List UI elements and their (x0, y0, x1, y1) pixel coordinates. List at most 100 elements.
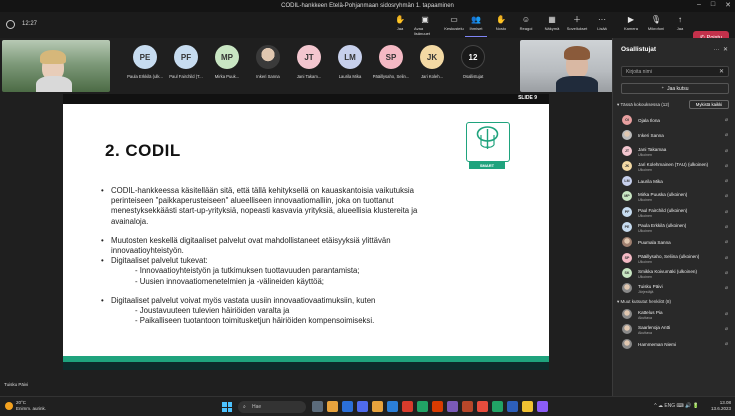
raise-hand-button[interactable]: ✋ Nosto (490, 15, 512, 37)
share-button[interactable]: ✋ Jaa (389, 15, 411, 37)
participant-tile[interactable]: LM Laurila Mika (331, 41, 369, 79)
participant-name: Tuisku Päivi (638, 284, 663, 290)
mic-muted-icon[interactable]: ⌀ (725, 117, 728, 123)
chat-button[interactable]: ▭ Keskustelu (443, 15, 465, 37)
taskbar-search-input[interactable]: ⌕ Hae (238, 401, 306, 413)
participants-overflow[interactable]: 12 Osallistujat (454, 41, 492, 79)
close-button[interactable]: ✕ (725, 1, 731, 9)
participant-list-item[interactable]: LM Laurila Mika ⌀ (613, 174, 735, 189)
mic-muted-icon[interactable]: ⌀ (725, 341, 728, 347)
participant-list-item[interactable]: Saarlenoja Antti Akuttava ⌀ (613, 322, 735, 337)
taskbar-app-icon[interactable] (312, 401, 323, 412)
mic-button[interactable]: 🎙 Mikrofoni (645, 15, 667, 37)
participant-tile[interactable]: JK Jari Koleh... (413, 41, 451, 79)
participant-role: Ulkoinen (638, 229, 652, 234)
weather-widget[interactable]: 20°C Enimm. aurink. (5, 400, 46, 412)
tray-icons[interactable]: ^ ☁ ENG ⌨ 🔊 🔋 (654, 403, 699, 409)
mute-all-button[interactable]: Mykistä kaikki (689, 100, 729, 109)
taskbar-app-icon[interactable] (447, 401, 458, 412)
more-button[interactable]: ··· Lisää (591, 15, 613, 37)
participant-tile[interactable]: SP Pääillysaho, Selin... (372, 41, 410, 79)
taskbar-app-icon[interactable] (462, 401, 473, 412)
participant-list-item[interactable]: OI Ojala Ilona ⌀ (613, 113, 735, 128)
participant-list-item[interactable]: JT Jani Takamaa Ulkoinen ⌀ (613, 144, 735, 159)
mic-muted-icon[interactable]: ⌀ (725, 270, 728, 276)
taskbar-app-icon[interactable] (432, 401, 443, 412)
maximize-button[interactable]: □ (711, 1, 715, 9)
participant-list-item[interactable]: Inkeri Sanna ⌀ (613, 128, 735, 143)
taskbar-app-icon[interactable] (537, 401, 548, 412)
taskbar-app-icon[interactable] (477, 401, 488, 412)
in-meeting-section-header[interactable]: ▾ Tässä kokouksessa (12) (617, 102, 669, 108)
share-invite-button[interactable]: ⁺ Jaa kutsu (621, 83, 729, 94)
participant-name: Mirka Puuk... (214, 74, 240, 79)
slide-subitem: - Joustavuuteen tulevien häiriöiden vara… (135, 306, 290, 316)
other-invitees-text: Muut kutsutut henkilöt (8) (620, 298, 672, 304)
other-invitees-section-header[interactable]: ▾ Muut kutsutut henkilöt (8) (613, 297, 735, 307)
share-screen-button[interactable]: ↑ Jaa (669, 15, 691, 37)
minimize-button[interactable]: – (697, 1, 701, 9)
open-apps-button[interactable]: ▣ Avaa lisänuuet (414, 15, 436, 37)
taskbar-app-icon[interactable] (327, 401, 338, 412)
mic-muted-icon[interactable]: ⌀ (725, 239, 728, 245)
mic-muted-icon[interactable]: ⌀ (725, 285, 728, 291)
slide-subitem: - Paikalliseen tuotantoon toimitusketjun… (135, 316, 375, 326)
window-titlebar: CODIL-hankkeen Etelä-Pohjanmaan sidosryh… (0, 0, 735, 12)
apps-button[interactable]: ＋ Sovellukset (566, 15, 588, 37)
view-button[interactable]: ▦ Näkymä (541, 15, 563, 37)
participant-list-item[interactable]: MP Mirka Puuska (ulkoinen) Ulkoinen ⌀ (613, 189, 735, 204)
video-tile-left[interactable] (2, 40, 110, 92)
taskbar-app-icon[interactable] (492, 401, 503, 412)
slide-bullet-line: menestyksekkäästi start-up-yrityksiä, no… (111, 206, 418, 216)
participant-tile[interactable]: Inkeri Sanna (249, 41, 287, 79)
taskbar-app-icon[interactable] (507, 401, 518, 412)
more-options-icon[interactable]: ··· (714, 47, 720, 53)
participant-name: Osallistujat (462, 74, 484, 79)
mic-muted-icon[interactable]: ⌀ (725, 193, 728, 199)
participant-list-item[interactable]: Puumala Sanna ⌀ (613, 235, 735, 250)
participant-name: Jari Kolehmainen (TAU) (ulkoinen) (638, 161, 709, 167)
avatar: JK (420, 45, 444, 69)
start-button[interactable] (222, 402, 232, 412)
mic-muted-icon[interactable]: ⌀ (725, 255, 728, 261)
mic-muted-icon[interactable]: ⌀ (725, 326, 728, 332)
taskbar-app-icon[interactable] (342, 401, 353, 412)
participant-tile[interactable]: JT Jani Takam... (290, 41, 328, 79)
camera-button[interactable]: ▶ Kamera (620, 15, 642, 37)
taskbar-app-icon[interactable] (387, 401, 398, 412)
avatar: PE (622, 222, 632, 233)
taskbar-app-icon[interactable] (357, 401, 368, 412)
mic-muted-icon[interactable]: ⌀ (725, 163, 728, 169)
react-button[interactable]: ☺ Reagoi (515, 15, 537, 37)
taskbar-app-icon[interactable] (417, 401, 428, 412)
panel-close-icon[interactable]: ✕ (721, 47, 728, 53)
mic-muted-icon[interactable]: ⌀ (725, 132, 728, 138)
mic-muted-icon[interactable]: ⌀ (725, 311, 728, 317)
participant-list-item[interactable]: SK Smikka Koivumäki (ulkoinen) Ulkoinen ⌀ (613, 266, 735, 281)
participant-list-item[interactable]: JK Jari Kolehmainen (TAU) (ulkoinen) Ulkoi… (613, 159, 735, 174)
participant-list-item[interactable]: PE Paula Erkkilä (ulkoinen) Ulkoinen ⌀ (613, 220, 735, 235)
shield-icon (6, 20, 15, 29)
clear-search-icon[interactable]: ✕ (719, 68, 724, 75)
participant-tile[interactable]: MP Mirka Puuk... (208, 41, 246, 79)
participant-tile[interactable]: PF Paul Fairchild (T... (167, 41, 205, 79)
participant-list-item[interactable]: SP Pääillysaho, Seliina (ulkoinen) Ulkoine… (613, 251, 735, 266)
participant-list-item[interactable]: Hammeman Niemi ⌀ (613, 337, 735, 352)
participant-list-item[interactable]: Kattelus Pia Akuttava ⌀ (613, 307, 735, 322)
participant-search-input[interactable]: Kirjoita nimi ✕ (621, 66, 729, 77)
mic-muted-icon[interactable]: ⌀ (725, 178, 728, 184)
clock-date[interactable]: 13.6.2023 (711, 406, 731, 412)
participant-list-item[interactable]: PF Paul Fairchild (ulkoinen) Ulkoinen ⌀ (613, 205, 735, 220)
taskbar-app-icon[interactable] (402, 401, 413, 412)
mic-muted-icon[interactable]: ⌀ (725, 148, 728, 154)
participant-tile[interactable]: PE Paula Erkkilä (ulk... (126, 41, 164, 79)
taskbar-app-icon[interactable] (372, 401, 383, 412)
people-button[interactable]: 👥 Ihmiset (465, 15, 487, 37)
meeting-stage: PE Paula Erkkilä (ulk... PF Paul Fairchild … (0, 38, 628, 416)
mic-muted-icon[interactable]: ⌀ (725, 224, 728, 230)
participant-list-item[interactable]: Tuisku Päivi Järjestäjä ⌀ (613, 281, 735, 296)
presenter-label: Tuisku Päivi (4, 382, 29, 387)
toolbar-button-label: Keskustelu (444, 26, 464, 31)
mic-muted-icon[interactable]: ⌀ (725, 209, 728, 215)
taskbar-app-icon[interactable] (522, 401, 533, 412)
